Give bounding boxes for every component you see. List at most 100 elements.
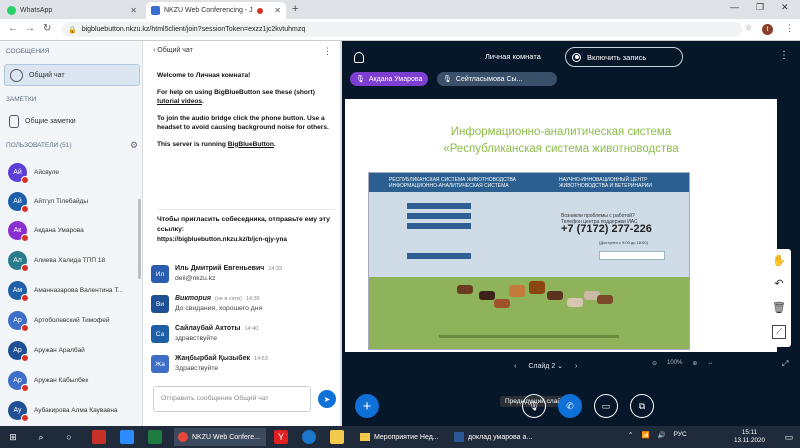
- chat-message: Ви Виктория (не в сети) 14:36 До свидания,…: [151, 295, 336, 313]
- chevron-left-icon[interactable]: ‹: [153, 47, 155, 54]
- gear-icon[interactable]: ⚙: [130, 140, 138, 151]
- user-name: Айтгул Тілебайды: [34, 197, 89, 205]
- user-list-item[interactable]: Ал Алиева Халида ТПП 18: [8, 248, 140, 272]
- trash-icon[interactable]: 🗑: [772, 301, 786, 315]
- volume-icon[interactable]: 🔊: [658, 431, 666, 439]
- app-icon[interactable]: [92, 430, 106, 444]
- avatar: Ар: [8, 370, 29, 392]
- camera-button[interactable]: ▭: [594, 394, 618, 418]
- message-time: 14:36: [245, 296, 260, 302]
- chevron-up-icon[interactable]: ⌃: [628, 431, 633, 439]
- send-button[interactable]: ➤: [318, 390, 336, 408]
- slide-selector[interactable]: Слайд 2 ⌄: [528, 362, 563, 370]
- search-icon[interactable]: ⌕: [34, 430, 48, 444]
- app-icon[interactable]: [148, 430, 162, 444]
- user-name: Айсвуле: [34, 168, 60, 176]
- avatar: Ай: [8, 191, 29, 213]
- user-list-item[interactable]: Ак Акдана Умарова: [8, 218, 140, 242]
- clock[interactable]: 15:11 13.11.2020: [734, 429, 765, 445]
- maximize-icon[interactable]: ❐: [756, 2, 764, 13]
- screenshare-button[interactable]: ⧉: [630, 394, 654, 418]
- close-tab-icon[interactable]: ✕: [274, 6, 281, 15]
- muted-mic-icon: [21, 353, 29, 362]
- back-icon[interactable]: ←: [8, 23, 18, 34]
- user-icon[interactable]: [354, 52, 364, 63]
- sidebar-item-shared-notes[interactable]: Общие заметки: [4, 110, 140, 132]
- user-name: Аманназарова Валентина Т...: [34, 286, 124, 294]
- avatar: Ау: [8, 400, 29, 422]
- undo-icon[interactable]: ↶: [772, 277, 786, 291]
- users-scrollbar[interactable]: [138, 199, 141, 279]
- profile-avatar[interactable]: t: [762, 24, 773, 35]
- zoom-in-icon[interactable]: ⊕: [692, 360, 697, 367]
- tab-whatsapp[interactable]: WhatsApp ✕: [2, 2, 142, 19]
- chart-icon[interactable]: ⟋: [772, 325, 786, 339]
- close-window-icon[interactable]: ✕: [781, 2, 789, 13]
- talking-indicator[interactable]: 🎙 Сейтласымова Сы...: [437, 72, 557, 86]
- message-text: deil@nkzu.kz: [175, 275, 216, 282]
- taskbar-app-chrome[interactable]: NKZU Web Confere...: [174, 428, 266, 446]
- sender-name: Виктория: [175, 295, 211, 302]
- taskbar-app-folder[interactable]: Мероприятие Нед...: [356, 428, 446, 446]
- url-field[interactable]: 🔒 bigbluebutton.nkzu.kz/html5client/join…: [62, 22, 742, 37]
- avatar: Жа: [151, 355, 169, 373]
- talking-indicator[interactable]: 🎙 Акдана Умарова: [350, 72, 429, 86]
- user-list-item[interactable]: Ай Айсвуле: [8, 160, 140, 184]
- zoom-out-icon[interactable]: ⊖: [652, 360, 657, 367]
- clock-time: 15:11: [741, 429, 758, 436]
- windows-start-icon[interactable]: ⊞: [6, 430, 20, 444]
- keyboard-layout[interactable]: РУС: [674, 431, 687, 439]
- close-tab-icon[interactable]: ✕: [130, 6, 137, 15]
- audio-button[interactable]: ✆: [558, 394, 582, 418]
- user-list-item[interactable]: Ар Аружан Аралбай: [8, 338, 140, 362]
- zoom-app-icon[interactable]: [120, 430, 134, 444]
- fit-width-icon[interactable]: ↔: [707, 360, 713, 367]
- fullscreen-icon[interactable]: ⤢: [782, 359, 788, 369]
- invite-link[interactable]: https://bigbluebutton.nkzu.kz/b/jcn-qjy-…: [157, 235, 335, 245]
- avatar: Ар: [8, 310, 29, 332]
- tab-nkzu[interactable]: NKZU Web Conferencing - J ✕: [146, 2, 286, 19]
- folder-icon[interactable]: [330, 430, 344, 444]
- user-list-item[interactable]: Ай Айтгул Тілебайды: [8, 189, 140, 213]
- actions-button[interactable]: +: [355, 394, 379, 418]
- sidebar-item-public-chat[interactable]: Общий чат: [4, 64, 140, 86]
- yandex-icon[interactable]: Y: [274, 430, 288, 444]
- muted-mic-icon: [21, 175, 29, 184]
- user-list-item[interactable]: Ар Аружан Кабылбек: [8, 368, 140, 392]
- muted-mic-icon: [21, 263, 29, 272]
- edge-icon[interactable]: [302, 430, 316, 444]
- hand-tool-icon[interactable]: ✋: [772, 254, 786, 268]
- chat-header[interactable]: ‹ Общий чат: [153, 47, 193, 54]
- record-button[interactable]: Включить запись: [565, 47, 683, 67]
- options-menu-icon[interactable]: ⋮: [779, 50, 789, 61]
- chat-message: Жа Жаңбырбай Қызыбек 14:53 Здравствуйте: [151, 355, 336, 373]
- notifications-icon[interactable]: ▭: [782, 430, 796, 444]
- mute-button[interactable]: 🎙: [522, 394, 546, 418]
- new-tab-button[interactable]: +: [292, 3, 298, 15]
- user-list-item[interactable]: Ам Аманназарова Валентина Т...: [8, 278, 140, 302]
- previous-slide-button[interactable]: ‹: [514, 363, 516, 370]
- taskbar-app-word[interactable]: доклад умарова а...: [450, 428, 540, 446]
- sidebar-item-label: Общий чат: [29, 71, 65, 79]
- slide-navigation: ‹ Слайд 2 ⌄ ›: [514, 358, 674, 374]
- main-topbar: Личная комната Включить запись ⋮: [342, 41, 800, 75]
- taskbar: ⊞ ⌕ ○ NKZU Web Confere... Y Мероприятие …: [0, 426, 800, 448]
- chat-message-input[interactable]: Отправить сообщение Общий чат: [153, 386, 311, 412]
- next-slide-button[interactable]: ›: [575, 363, 577, 370]
- bigbluebutton-link[interactable]: BigBlueButton: [228, 141, 274, 148]
- network-icon[interactable]: 📶: [641, 431, 649, 439]
- sender-name: Иль Дмитрий Евгеньевич: [175, 265, 265, 272]
- reload-icon[interactable]: ↻: [43, 23, 51, 34]
- chat-options-icon[interactable]: ⋮: [323, 46, 332, 57]
- star-icon[interactable]: ☆: [745, 23, 752, 32]
- user-list-item[interactable]: Ар Артоболевский Тимофей: [8, 308, 140, 332]
- browser-menu-icon[interactable]: ⋮: [785, 23, 794, 34]
- user-name: Артоболевский Тимофей: [34, 316, 110, 324]
- lock-icon: 🔒: [68, 26, 77, 34]
- user-list-item[interactable]: Ау Аубакирова Алма Каувавна: [8, 398, 140, 422]
- minimize-icon[interactable]: —: [730, 2, 739, 12]
- address-bar: ← → ↻ 🔒 bigbluebutton.nkzu.kz/html5clien…: [0, 19, 800, 41]
- tutorial-link[interactable]: tutorial videos: [157, 98, 202, 105]
- forward-icon[interactable]: →: [25, 23, 35, 34]
- task-view-icon[interactable]: ○: [62, 430, 76, 444]
